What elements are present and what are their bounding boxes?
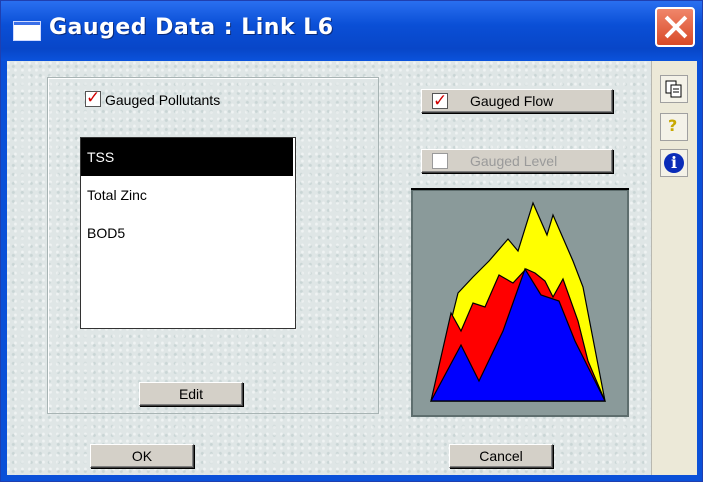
ok-button[interactable]: OK [90,444,194,468]
help-icon: ? [668,116,678,135]
chart-image-frame [411,188,629,417]
gauged-flow-checkbox[interactable] [432,90,448,112]
edit-button[interactable]: Edit [139,382,243,406]
pollutants-list[interactable]: TSS Total Zinc BOD5 [80,137,296,329]
cancel-button[interactable]: Cancel [449,444,553,468]
list-item-bod5[interactable]: BOD5 [81,214,293,252]
info-button[interactable]: i [660,149,688,177]
dialog-body: Gauged Pollutants TSS Total Zinc BOD5 Ed… [7,61,697,475]
window-title: Gauged Data : Link L6 [49,15,334,40]
title-bar[interactable]: Gauged Data : Link L6 [1,1,702,61]
gauged-level-checkbox[interactable] [432,153,448,169]
close-button[interactable] [655,7,695,47]
gauged-pollutants-checkbox[interactable] [85,88,101,108]
side-toolbar: ? i [651,61,697,475]
gauged-level-button[interactable]: Gauged Level [421,149,613,173]
gauged-flow-label: Gauged Flow [470,93,554,109]
help-button[interactable]: ? [660,113,688,141]
copy-button[interactable] [660,75,688,103]
copy-icon [665,80,682,98]
gauged-level-label: Gauged Level [470,153,558,169]
list-item-tss[interactable]: TSS [81,138,293,176]
info-icon-glyph: i [671,153,678,172]
window-icon [13,21,41,41]
dialog-window: Gauged Data : Link L6 Gauged Pollutants … [0,0,703,482]
gauged-flow-button[interactable]: Gauged Flow [421,89,613,113]
mountain-chart-graphic [429,201,606,402]
list-item-total-zinc[interactable]: Total Zinc [81,176,293,214]
gauged-pollutants-label: Gauged Pollutants [105,92,221,108]
